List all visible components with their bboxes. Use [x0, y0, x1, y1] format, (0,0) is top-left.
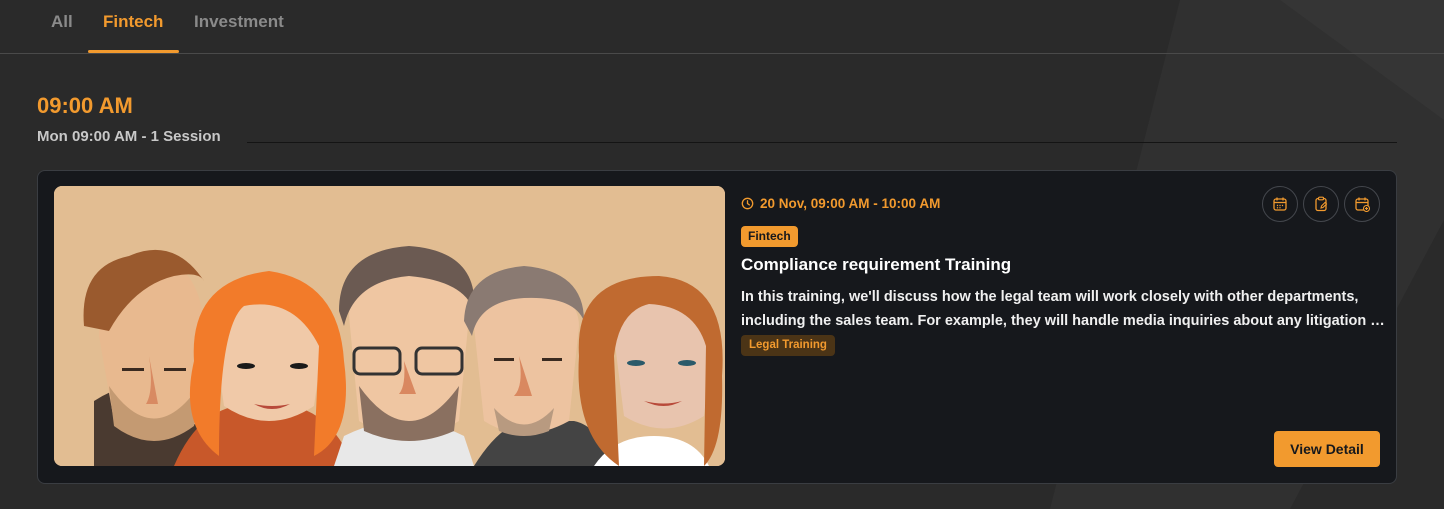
session-actions — [1262, 186, 1380, 222]
session-thumbnail — [54, 186, 725, 466]
calendar-button[interactable] — [1262, 186, 1298, 222]
calendar-add-icon — [1355, 197, 1370, 212]
topic-badge: Legal Training — [741, 335, 835, 356]
tab-fintech[interactable]: Fintech — [103, 12, 163, 32]
calendar-icon — [1273, 197, 1287, 211]
session-datetime-text: 20 Nov, 09:00 AM - 10:00 AM — [760, 196, 941, 211]
tab-all[interactable]: All — [51, 12, 73, 32]
time-slot-heading: 09:00 AM — [37, 93, 133, 118]
view-detail-button[interactable]: View Detail — [1274, 431, 1380, 467]
time-slot-subtitle: Mon 09:00 AM - 1 Session — [37, 128, 221, 145]
session-datetime: 20 Nov, 09:00 AM - 10:00 AM — [741, 196, 940, 211]
session-card: 20 Nov, 09:00 AM - 10:00 AM Fintech Comp… — [37, 170, 1397, 484]
add-to-calendar-button[interactable] — [1344, 186, 1380, 222]
session-title: Compliance requirement Training — [741, 255, 1012, 274]
section-divider — [247, 142, 1397, 143]
session-description: In this training, we'll discuss how the … — [741, 289, 1385, 329]
clock-icon — [741, 197, 754, 210]
clipboard-edit-button[interactable] — [1303, 186, 1339, 222]
active-tab-indicator — [88, 50, 179, 53]
tab-investment[interactable]: Investment — [194, 12, 284, 32]
category-badge: Fintech — [741, 226, 798, 247]
clipboard-edit-icon — [1315, 196, 1328, 212]
category-tabs: All Fintech Investment — [0, 0, 1444, 54]
